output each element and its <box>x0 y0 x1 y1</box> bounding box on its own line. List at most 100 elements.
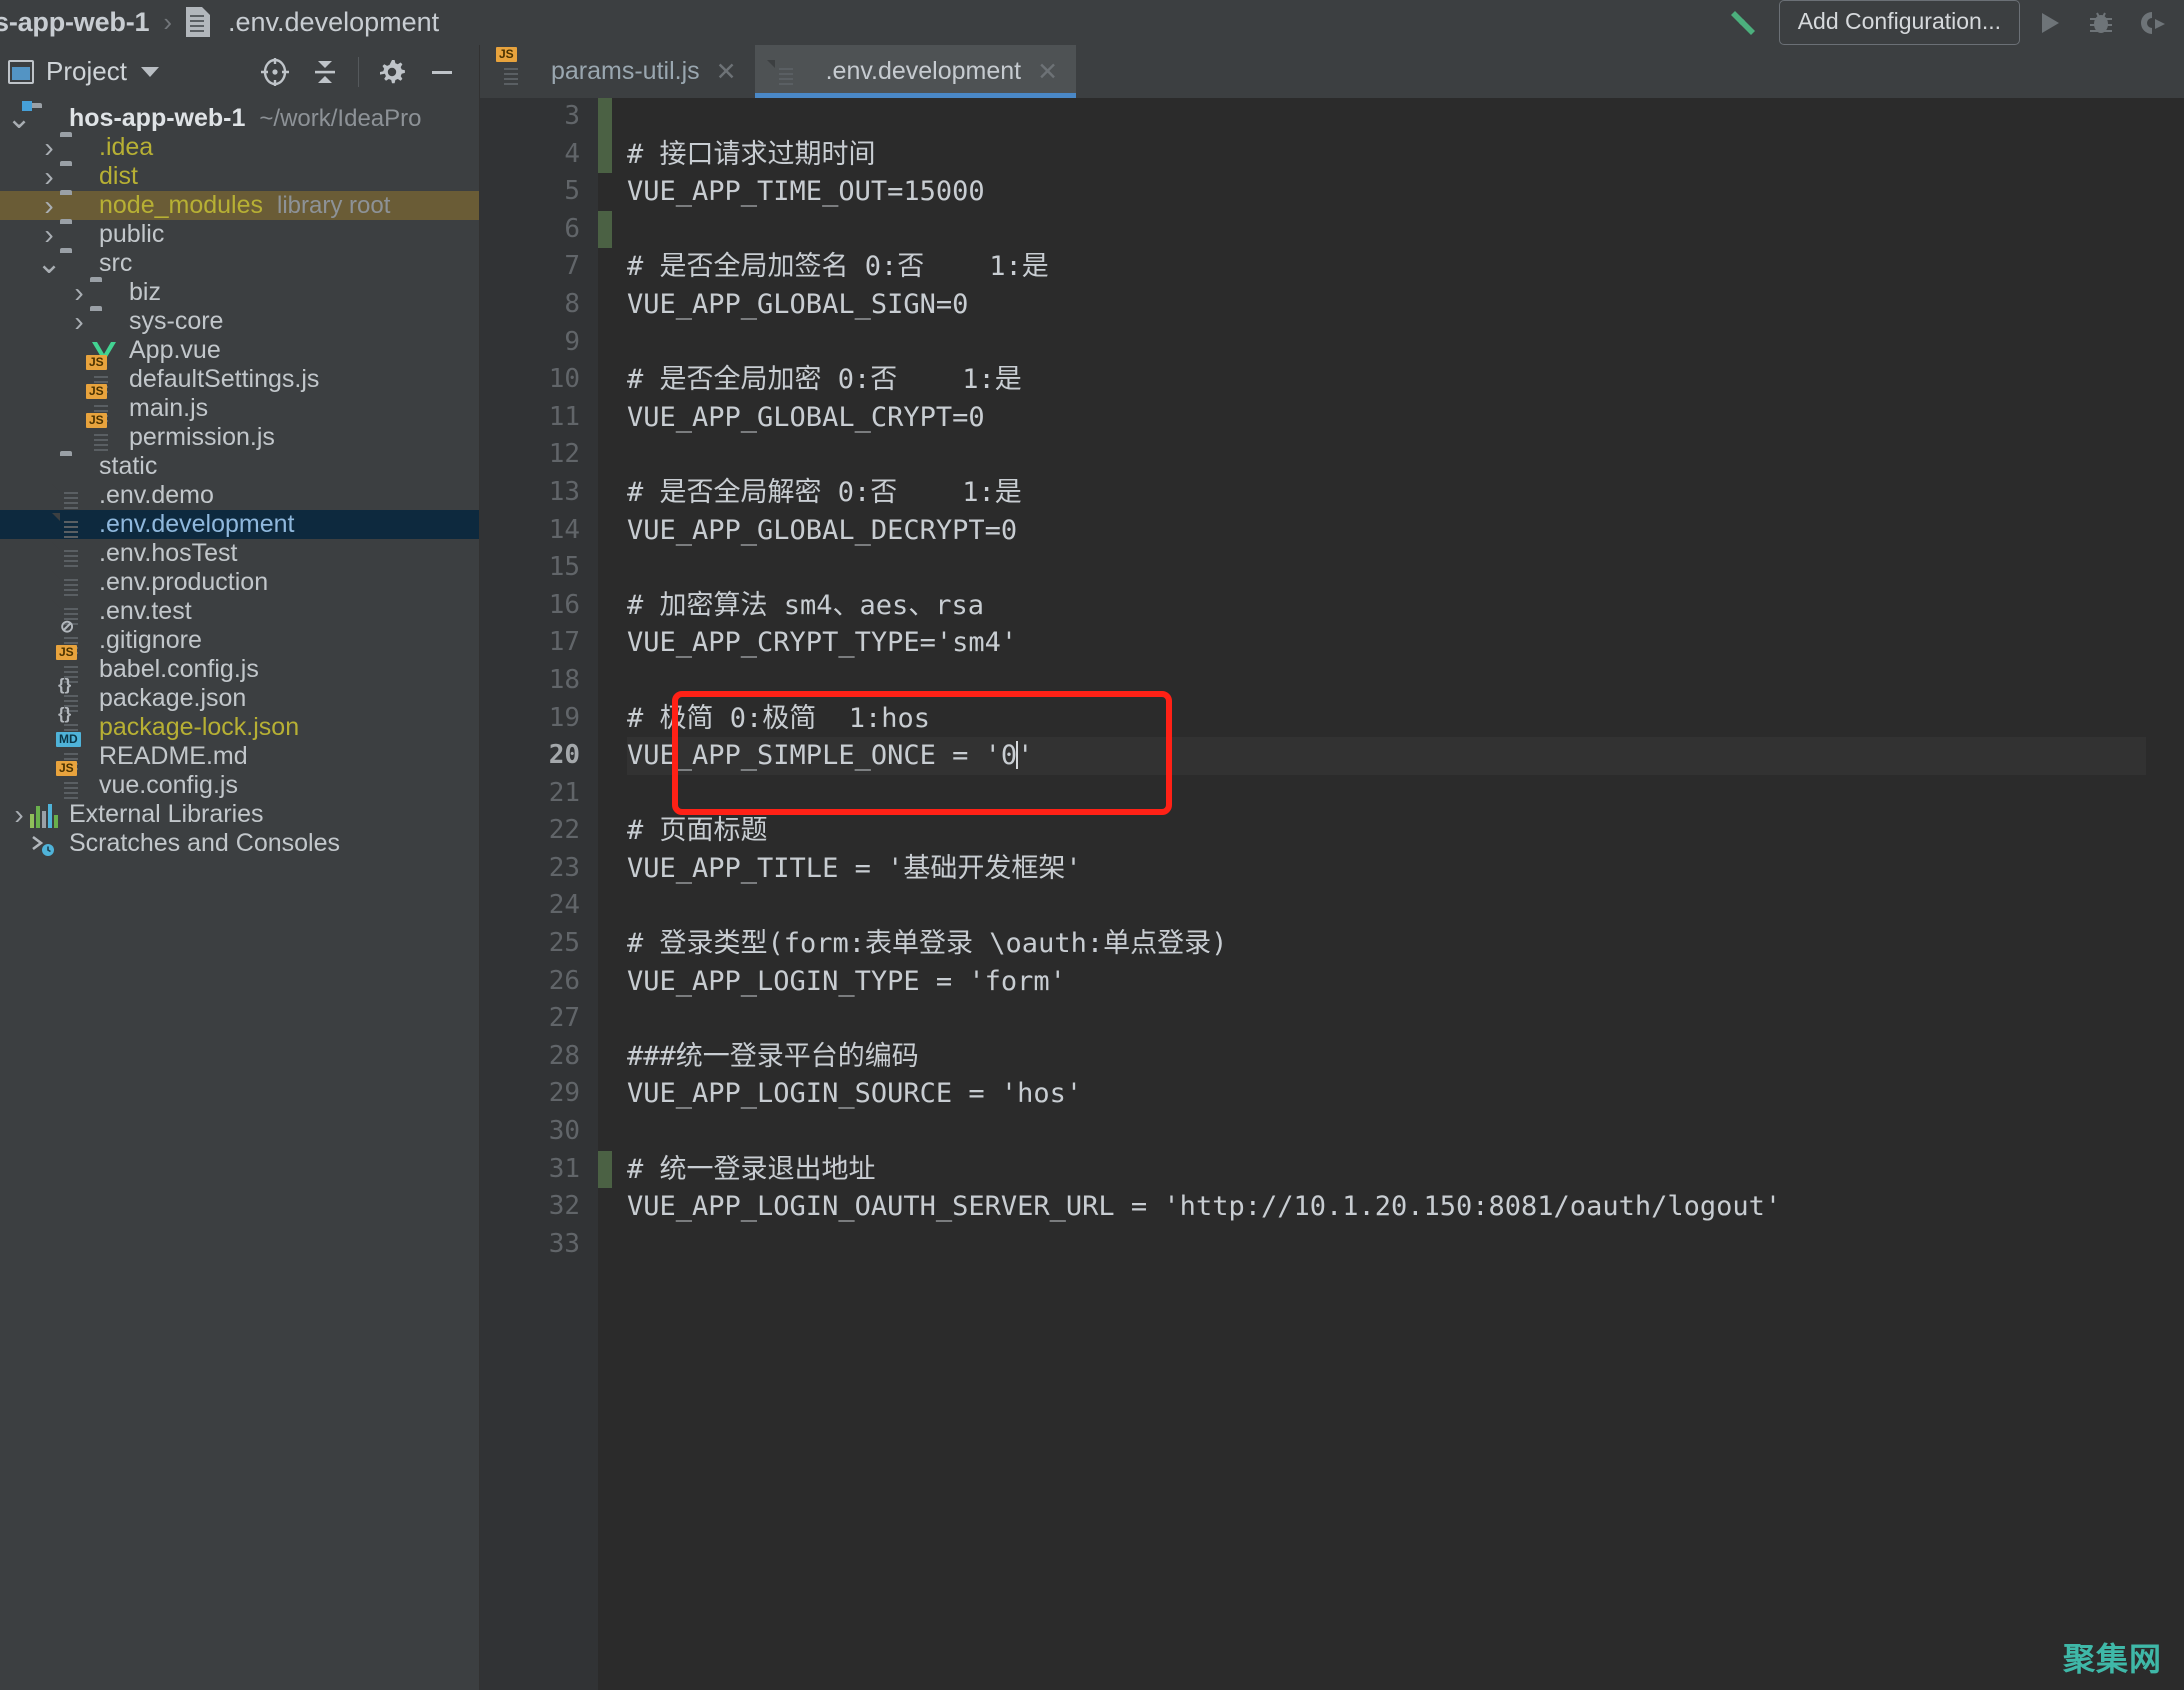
line-number[interactable]: 29 <box>480 1075 598 1113</box>
tree-node-env-development[interactable]: .env.development <box>0 510 479 539</box>
code-line[interactable] <box>627 1000 2146 1038</box>
editor-tab-params-util-js[interactable]: JSparams-util.js✕ <box>480 45 755 98</box>
project-tree[interactable]: ⌄hos-app-web-1~/work/IdeaPro›.idea›dist›… <box>0 98 479 1690</box>
code-line[interactable]: VUE_APP_SIMPLE_ONCE = '0' <box>627 737 2146 775</box>
line-number[interactable]: 19 <box>480 700 598 738</box>
line-number[interactable]: 3 <box>480 98 598 136</box>
debug-icon[interactable] <box>2078 3 2124 43</box>
code-line[interactable]: # 是否全局加密 0:否 1:是 <box>627 361 2146 399</box>
chevron-right-icon[interactable]: › <box>68 306 90 338</box>
line-number[interactable]: 23 <box>480 850 598 888</box>
code-line[interactable] <box>627 1226 2146 1264</box>
line-number[interactable]: 5 <box>480 173 598 211</box>
tree-node-dist[interactable]: ›dist <box>0 162 479 191</box>
tree-node-biz[interactable]: ›biz <box>0 278 479 307</box>
code-line[interactable] <box>627 211 2146 249</box>
line-number[interactable]: 4 <box>480 136 598 174</box>
line-number[interactable]: 14 <box>480 512 598 550</box>
line-number[interactable]: 13 <box>480 474 598 512</box>
line-number[interactable]: 8 <box>480 286 598 324</box>
code-line[interactable]: # 统一登录退出地址 <box>627 1151 2146 1189</box>
line-number[interactable]: 27 <box>480 1000 598 1038</box>
chevron-down-icon[interactable]: ⌄ <box>38 259 60 269</box>
tree-node-vue-config-js[interactable]: JSvue.config.js <box>0 771 479 800</box>
hide-icon[interactable] <box>417 47 467 97</box>
line-number[interactable]: 9 <box>480 324 598 362</box>
breadcrumb-project[interactable]: s-app-web-1 <box>0 7 149 38</box>
line-number[interactable]: 12 <box>480 436 598 474</box>
line-number[interactable]: 30 <box>480 1113 598 1151</box>
chevron-right-icon[interactable]: › <box>38 132 60 164</box>
tree-node-static[interactable]: static <box>0 452 479 481</box>
chevron-right-icon[interactable]: › <box>38 161 60 193</box>
chevron-right-icon[interactable]: › <box>68 277 90 309</box>
editor-tab-env-development[interactable]: .env.development✕ <box>755 45 1076 98</box>
hammer-icon[interactable] <box>1725 3 1765 43</box>
code-line[interactable]: VUE_APP_GLOBAL_SIGN=0 <box>627 286 2146 324</box>
vcs-added-marker[interactable] <box>598 98 612 136</box>
tree-node-defaultsettings-js[interactable]: JSdefaultSettings.js <box>0 365 479 394</box>
chevron-down-icon[interactable] <box>141 67 159 77</box>
line-number[interactable]: 17 <box>480 624 598 662</box>
tree-node-hos-app-web-1[interactable]: ⌄hos-app-web-1~/work/IdeaPro <box>0 104 479 133</box>
tree-node-node-modules[interactable]: ›node_moduleslibrary root <box>0 191 479 220</box>
breadcrumb-file[interactable]: .env.development <box>228 7 439 38</box>
code-line[interactable] <box>627 1113 2146 1151</box>
code-line[interactable]: VUE_APP_LOGIN_SOURCE = 'hos' <box>627 1075 2146 1113</box>
line-number[interactable]: 22 <box>480 812 598 850</box>
line-number[interactable]: 20 <box>480 737 598 775</box>
code-line[interactable]: VUE_APP_TIME_OUT=15000 <box>627 173 2146 211</box>
close-icon[interactable]: ✕ <box>716 57 737 87</box>
tree-node-public[interactable]: ›public <box>0 220 479 249</box>
editor-tab-bar[interactable]: JSparams-util.js✕.env.development✕ <box>480 45 2184 98</box>
line-number[interactable]: 32 <box>480 1188 598 1226</box>
close-icon[interactable]: ✕ <box>1037 57 1058 87</box>
code-line[interactable]: # 接口请求过期时间 <box>627 136 2146 174</box>
code-line[interactable]: VUE_APP_GLOBAL_CRYPT=0 <box>627 399 2146 437</box>
line-number[interactable]: 31 <box>480 1151 598 1189</box>
line-number[interactable]: 18 <box>480 662 598 700</box>
code-line[interactable]: VUE_APP_LOGIN_OAUTH_SERVER_URL = 'http:/… <box>627 1188 2146 1226</box>
code-line[interactable]: # 极简 0:极简 1:hos <box>627 700 2146 738</box>
line-number[interactable]: 25 <box>480 925 598 963</box>
code-line[interactable]: VUE_APP_TITLE = '基础开发框架' <box>627 850 2146 888</box>
tree-node-env-demo[interactable]: .env.demo <box>0 481 479 510</box>
code-content[interactable]: # 接口请求过期时间VUE_APP_TIME_OUT=15000# 是否全局加签… <box>612 98 2146 1690</box>
code-line[interactable]: VUE_APP_GLOBAL_DECRYPT=0 <box>627 512 2146 550</box>
vcs-added-marker[interactable] <box>598 211 612 249</box>
code-line[interactable] <box>627 324 2146 362</box>
chevron-down-icon[interactable]: ⌄ <box>8 114 30 124</box>
code-line[interactable]: # 页面标题 <box>627 812 2146 850</box>
collapse-all-icon[interactable] <box>300 47 350 97</box>
line-number[interactable]: 11 <box>480 399 598 437</box>
code-line[interactable]: ###统一登录平台的编码 <box>627 1038 2146 1076</box>
line-number[interactable]: 24 <box>480 887 598 925</box>
vcs-added-marker[interactable] <box>598 1151 612 1189</box>
line-number[interactable]: 28 <box>480 1038 598 1076</box>
tree-node-scratches-and-consoles[interactable]: Scratches and Consoles <box>0 829 479 858</box>
code-line[interactable] <box>627 98 2146 136</box>
tree-node-idea[interactable]: ›.idea <box>0 133 479 162</box>
code-line[interactable] <box>627 887 2146 925</box>
tree-node-permission-js[interactable]: JSpermission.js <box>0 423 479 452</box>
vcs-added-marker[interactable] <box>598 136 612 174</box>
code-line[interactable]: # 登录类型(form:表单登录 \oauth:单点登录) <box>627 925 2146 963</box>
chevron-right-icon[interactable]: › <box>38 190 60 222</box>
code-line[interactable] <box>627 775 2146 813</box>
run-with-coverage-icon[interactable] <box>2130 3 2176 43</box>
tree-node-env-production[interactable]: .env.production <box>0 568 479 597</box>
tree-node-external-libraries[interactable]: ›External Libraries <box>0 800 479 829</box>
code-line[interactable] <box>627 549 2146 587</box>
chevron-right-icon[interactable]: › <box>38 219 60 251</box>
line-number[interactable]: 16 <box>480 587 598 625</box>
run-icon[interactable] <box>2026 3 2072 43</box>
code-line[interactable]: VUE_APP_LOGIN_TYPE = 'form' <box>627 963 2146 1001</box>
tree-node-env-hostest[interactable]: .env.hosTest <box>0 539 479 568</box>
tree-node-src[interactable]: ⌄src <box>0 249 479 278</box>
line-number[interactable]: 6 <box>480 211 598 249</box>
line-number[interactable]: 10 <box>480 361 598 399</box>
tree-node-main-js[interactable]: JSmain.js <box>0 394 479 423</box>
line-number-gutter[interactable]: 3456789101112131415161718192021222324252… <box>480 98 598 1690</box>
code-line[interactable] <box>627 436 2146 474</box>
line-number[interactable]: 15 <box>480 549 598 587</box>
